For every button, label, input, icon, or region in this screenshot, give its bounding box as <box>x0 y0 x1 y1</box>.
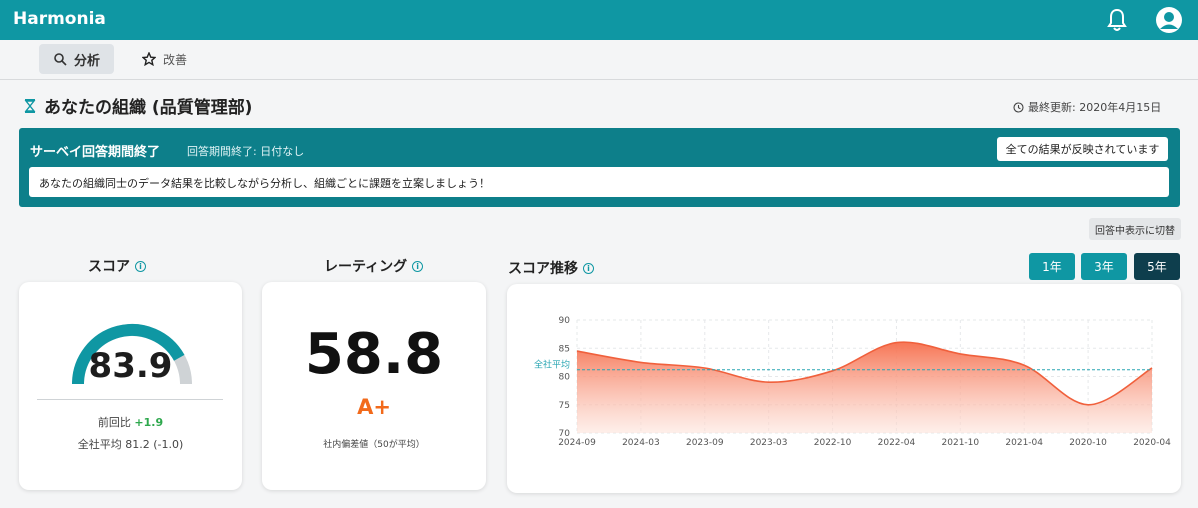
star-icon <box>142 52 156 66</box>
data-point <box>703 367 706 370</box>
x-tick-label: 2022-10 <box>814 438 852 448</box>
score-trend-chart: 70758085902024-09 2024-03 2023-09 2023-03 20… <box>534 316 1171 448</box>
last-updated-text: 最終更新: 2020年4月15日 <box>1028 101 1162 114</box>
score-title: スコア i <box>88 256 146 276</box>
tab-label: 改善 <box>163 52 188 67</box>
y-tick-label: 90 <box>559 316 571 326</box>
range-5y-button[interactable]: 5年 <box>1134 253 1180 280</box>
previous-comparison: 前回比 +1.9 <box>19 414 242 430</box>
page-title-row: あなたの組織 (品質管理部) <box>24 93 252 118</box>
bell-icon[interactable] <box>1107 8 1127 32</box>
data-point <box>1023 364 1026 367</box>
score-card: 83.9 前回比 +1.9 全社平均 81.2 (-1.0) <box>19 282 242 490</box>
top-bar: Harmonia <box>0 0 1198 40</box>
data-point <box>895 341 898 344</box>
info-icon[interactable]: i <box>412 260 424 272</box>
tab-bar: 分析 改善 <box>0 40 1198 80</box>
tab-label: 分析 <box>74 53 101 69</box>
x-tick-label: 2024-09 <box>558 438 596 448</box>
toggle-display-button[interactable]: 回答中表示に切替 <box>1089 218 1181 240</box>
rating-title: レーティング i <box>324 256 424 276</box>
banner-message: あなたの組織同士のデータ結果を比較しながら分析し、組織ごとに課題を立案しましょう… <box>29 167 1169 197</box>
prev-delta: +1.9 <box>134 416 164 429</box>
data-point <box>1151 367 1154 370</box>
clock-icon <box>1013 101 1024 113</box>
rating-card: 58.8 A+ 社内偏差値（50が平均） <box>262 282 486 490</box>
trend-title-text: スコア推移 <box>508 261 578 277</box>
data-point <box>959 352 962 355</box>
info-icon[interactable]: i <box>583 262 594 274</box>
survey-banner: サーベイ回答期間終了 回答期間終了: 日付なし 全ての結果が反映されています あ… <box>19 128 1180 207</box>
tab-analysis[interactable]: 分析 <box>39 44 115 74</box>
x-tick-label: 2020-10 <box>1069 438 1107 448</box>
results-reflected-button[interactable]: 全ての結果が反映されています <box>997 137 1168 161</box>
x-tick-label: 2022-04 <box>878 438 916 448</box>
prev-label: 前回比 <box>97 416 131 429</box>
rating-value: 58.8 <box>304 322 444 387</box>
tab-improvement[interactable]: 改善 <box>128 44 201 74</box>
y-tick-label: 75 <box>559 401 570 411</box>
company-average: 全社平均 81.2 (-1.0) <box>77 438 184 451</box>
banner-title: サーベイ回答期間終了 <box>30 145 161 160</box>
search-icon <box>54 53 67 66</box>
rating-title-text: レーティング <box>324 259 408 275</box>
x-tick-label: 2023-09 <box>686 438 724 448</box>
rating-note: 社内偏差値（50が平均） <box>323 440 425 450</box>
hourglass-icon <box>24 98 36 113</box>
range-3y-button[interactable]: 3年 <box>1081 253 1127 280</box>
x-tick-label: 2021-10 <box>942 438 980 448</box>
score-title-text: スコア <box>88 259 130 275</box>
range-1y-button[interactable]: 1年 <box>1029 253 1075 280</box>
x-tick-label: 2021-04 <box>1005 438 1043 448</box>
x-tick-label: 2024-03 <box>622 438 660 448</box>
y-tick-label: 80 <box>559 373 571 383</box>
data-point <box>639 361 642 364</box>
rating-grade: A+ <box>357 395 391 419</box>
x-tick-label: 2023-03 <box>750 438 788 448</box>
y-tick-label: 85 <box>559 344 570 354</box>
page-title: あなたの組織 (品質管理部) <box>44 98 253 118</box>
user-icon[interactable] <box>1155 6 1183 34</box>
x-tick-label: 2020-04 <box>1133 438 1171 448</box>
banner-subtitle: 回答期間終了: 日付なし <box>187 145 305 158</box>
info-icon[interactable]: i <box>135 260 146 272</box>
data-point <box>767 381 770 384</box>
last-updated: 最終更新: 2020年4月15日 <box>1013 99 1161 115</box>
trend-title: スコア推移 i <box>508 258 594 278</box>
score-value: 83.9 <box>88 346 173 386</box>
data-point <box>1087 403 1090 406</box>
company-average-label: 全社平均 <box>534 359 570 371</box>
divider <box>37 399 223 400</box>
data-point <box>576 350 579 353</box>
trend-card: 70 75 80 85 90 2024-09 2024-03 2023-09 2023-03 20… <box>507 284 1181 493</box>
app-logo[interactable]: Harmonia <box>13 9 106 29</box>
